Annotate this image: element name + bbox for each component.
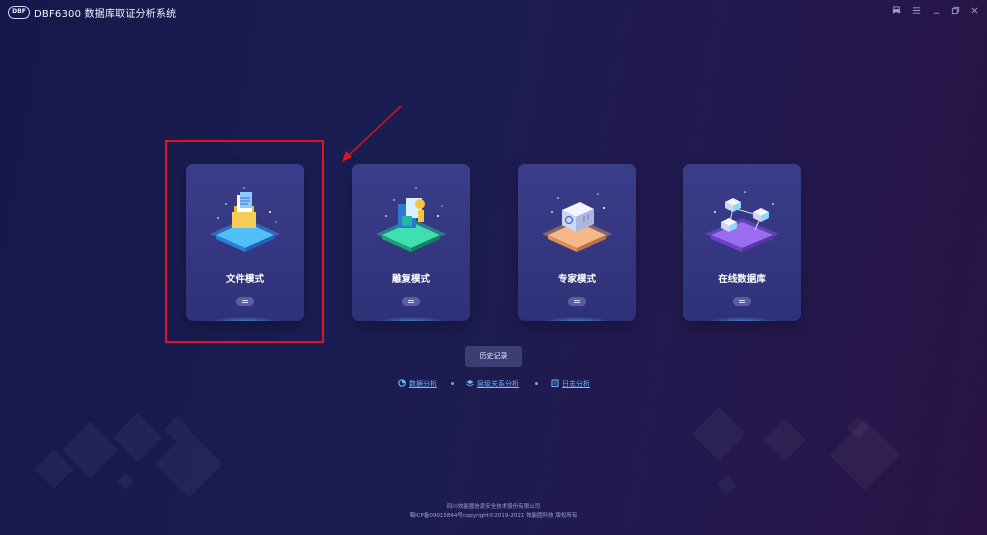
log-analysis-link[interactable]: 日志分析 — [551, 378, 590, 390]
history-button[interactable]: 历史记录 — [465, 346, 522, 367]
layer-relationship-icon — [466, 380, 474, 387]
analysis-links: 数据分析 层级关系分析 日志分析 — [0, 378, 987, 390]
separator-dot — [535, 382, 538, 385]
data-analysis-icon — [398, 379, 406, 387]
company-name: 四川效能圆信息安全技术股份有限公司 — [446, 504, 541, 510]
footer: 四川效能圆信息安全技术股份有限公司 蜀ICP备09015844号copyrigh… — [0, 503, 987, 521]
annotation-arrow — [342, 105, 402, 162]
copyright-notice: 蜀ICP备09015844号copyright©2019-2021 效能圆科技 … — [409, 513, 578, 519]
log-analysis-icon — [551, 379, 559, 387]
separator-dot — [451, 382, 454, 385]
layer-relationship-link[interactable]: 层级关系分析 — [466, 378, 519, 390]
data-analysis-link[interactable]: 数据分析 — [398, 378, 437, 390]
